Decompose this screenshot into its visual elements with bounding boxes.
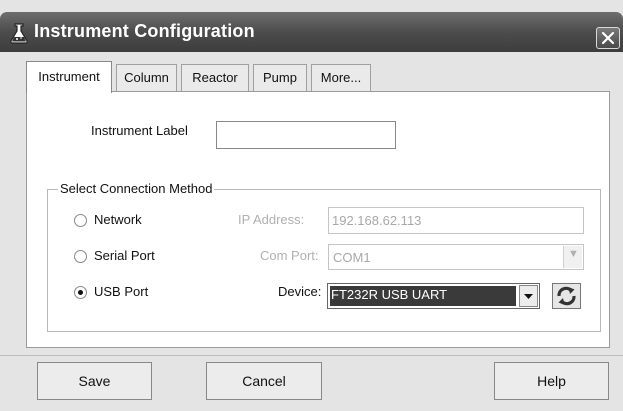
chevron-down-icon: ▼	[568, 248, 579, 260]
com-port-select[interactable]: COM1 ▼	[328, 244, 584, 270]
instrument-label-caption: Instrument Label	[91, 123, 188, 138]
usb-port-radio-label[interactable]: USB Port	[94, 284, 148, 299]
ip-address-field[interactable]: 192.168.62.113	[328, 207, 584, 234]
instrument-configuration-window: Instrument Configuration Instrument Colu…	[0, 0, 623, 411]
serial-port-radio-label[interactable]: Serial Port	[94, 248, 155, 263]
device-caption: Device:	[278, 284, 322, 299]
instrument-label-input[interactable]	[216, 121, 396, 149]
chevron-down-icon	[524, 294, 533, 299]
cancel-button[interactable]: Cancel	[206, 362, 322, 400]
close-button[interactable]	[596, 27, 620, 49]
instrument-tab-panel: Instrument Label Select Connection Metho…	[26, 91, 610, 348]
com-port-caption: Com Port:	[260, 248, 319, 263]
network-radio[interactable]	[74, 214, 87, 227]
tab-instrument[interactable]: Instrument	[26, 61, 112, 93]
refresh-icon	[557, 286, 576, 306]
com-port-value: COM1	[333, 250, 371, 265]
window-title: Instrument Configuration	[34, 21, 255, 41]
tab-column[interactable]: Column	[116, 64, 177, 91]
save-button[interactable]: Save	[37, 362, 152, 400]
tab-more[interactable]: More...	[311, 64, 371, 91]
title-bar[interactable]: Instrument Configuration	[0, 12, 623, 52]
flask-icon	[8, 22, 30, 44]
tab-pump[interactable]: Pump	[253, 64, 307, 91]
button-bar-divider	[0, 355, 623, 356]
help-button[interactable]: Help	[494, 362, 609, 400]
com-port-dropdown-button[interactable]: ▼	[563, 246, 582, 268]
device-dropdown-button[interactable]	[519, 285, 538, 307]
network-radio-label[interactable]: Network	[94, 212, 142, 227]
device-value: FT232R USB UART	[331, 287, 448, 302]
usb-port-radio[interactable]	[74, 286, 87, 299]
connection-method-group: Select Connection Method Network IP Addr…	[47, 181, 601, 332]
close-icon	[601, 31, 615, 45]
device-select[interactable]: FT232R USB UART	[327, 283, 540, 309]
connection-method-legend: Select Connection Method	[58, 181, 215, 196]
refresh-devices-button[interactable]	[552, 283, 581, 309]
ip-address-caption: IP Address:	[238, 212, 305, 227]
serial-port-radio[interactable]	[74, 250, 87, 263]
tab-reactor[interactable]: Reactor	[181, 64, 249, 91]
